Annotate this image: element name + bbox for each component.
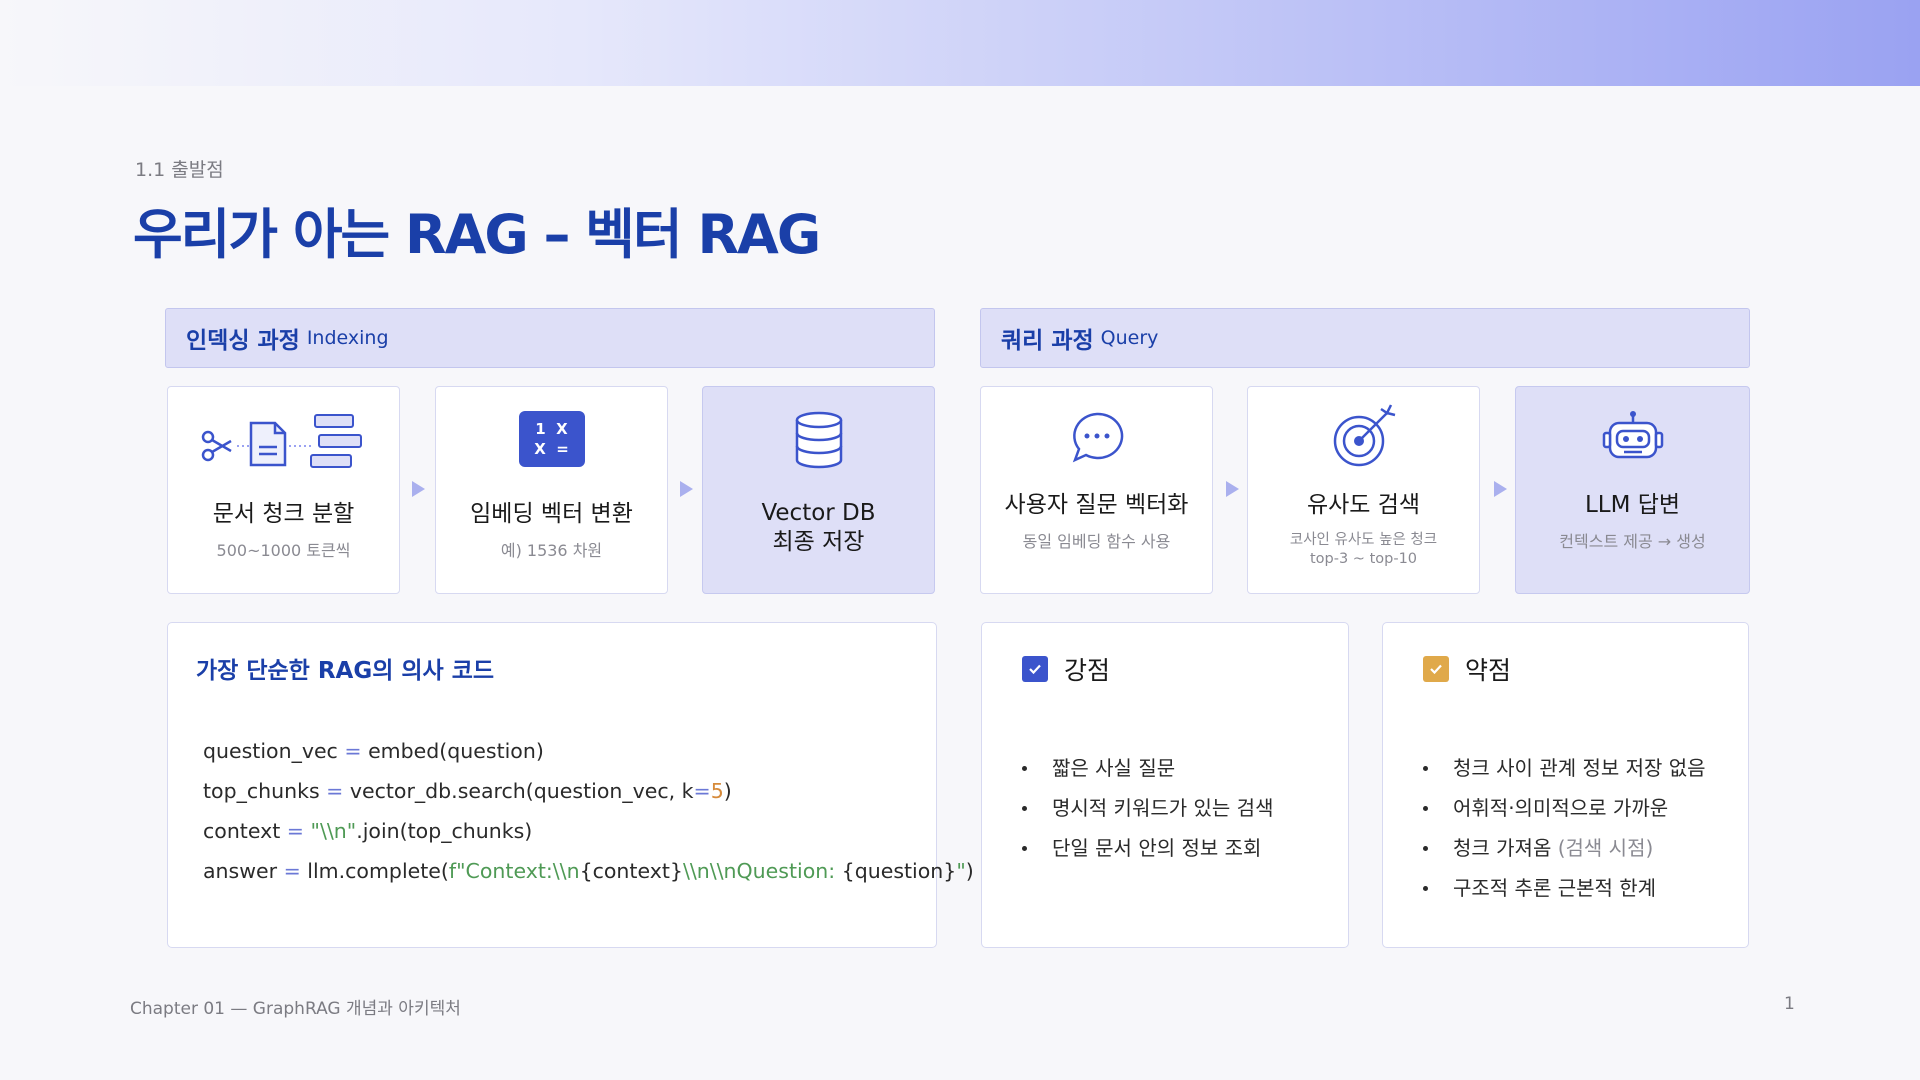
step-subtitle-line-2: top-3 ~ top-10 bbox=[1309, 551, 1418, 567]
step-chunk-split: 문서 청크 분할 500~1000 토큰씩 bbox=[167, 386, 400, 594]
pseudo-code-card: 가장 단순한 RAG의 의사 코드 question_vec = embed(q… bbox=[167, 622, 974, 948]
list-item-note: (검색 시점) bbox=[1557, 836, 1654, 860]
robot-icon bbox=[1516, 409, 1749, 467]
step-title: 임베딩 벡터 변환 bbox=[470, 501, 633, 527]
weaknesses-card: 약점 청크 사이 관계 정보 저장 없음 어휘적·의미적으로 가까운 청크 가져… bbox=[1382, 622, 1749, 948]
footer-chapter: Chapter 01 — GraphRAG 개념과 아키텍처 bbox=[130, 999, 461, 1019]
code-line: answer = llm.complete(f"Context:\\n{cont… bbox=[203, 859, 974, 883]
list-item: 청크 가져옴 (검색 시점) bbox=[1423, 828, 1706, 868]
weaknesses-list: 청크 사이 관계 정보 저장 없음 어휘적·의미적으로 가까운 청크 가져옴 (… bbox=[1423, 748, 1706, 908]
query-label-en: Query bbox=[1100, 327, 1159, 349]
list-item: 구조적 추론 근본적 한계 bbox=[1423, 868, 1706, 908]
code-line: question_vec = embed(question) bbox=[203, 739, 544, 763]
step-title-line-1: Vector DB bbox=[761, 500, 876, 526]
arrow-right-icon bbox=[412, 481, 425, 497]
step-subtitle: 컨텍스트 제공 → 생성 bbox=[1559, 532, 1706, 551]
list-item-text: 청크 가져옴 bbox=[1453, 836, 1552, 860]
page-title: 우리가 아는 RAG – 벡터 RAG bbox=[133, 203, 821, 266]
step-llm-answer: LLM 답변 컨텍스트 제공 → 생성 bbox=[1515, 386, 1750, 594]
list-item: 짧은 사실 질문 bbox=[1022, 748, 1273, 788]
weaknesses-title: 약점 bbox=[1465, 656, 1512, 685]
weaknesses-header: 약점 bbox=[1423, 651, 1511, 687]
matrix-icon: 1 X X = bbox=[436, 411, 667, 467]
chat-bubble-icon bbox=[981, 409, 1212, 467]
section-label: 1.1 출발점 bbox=[135, 159, 224, 181]
target-icon bbox=[1248, 403, 1479, 469]
arrow-right-icon bbox=[1494, 481, 1507, 497]
code-line: top_chunks = vector_db.search(question_v… bbox=[203, 779, 732, 803]
step-vector-db: Vector DB 최종 저장 bbox=[702, 386, 935, 594]
step-subtitle-line-1: 코사인 유사도 높은 청크 bbox=[1289, 532, 1438, 548]
step-title-line-2: 최종 저장 bbox=[772, 529, 865, 555]
indexing-header: 인덱싱 과정 Indexing bbox=[165, 308, 935, 368]
indexing-label-en: Indexing bbox=[306, 327, 389, 349]
document-split-icon bbox=[168, 409, 399, 475]
page-number: 1 bbox=[1784, 994, 1795, 1014]
step-title: 문서 청크 분할 bbox=[212, 501, 355, 527]
code-block: question_vec = embed(question) top_chunk… bbox=[203, 731, 974, 891]
arrow-right-icon bbox=[1226, 481, 1239, 497]
query-header: 쿼리 과정 Query bbox=[980, 308, 1750, 368]
code-line: context = "\\n".join(top_chunks) bbox=[203, 819, 533, 843]
list-item: 명시적 키워드가 있는 검색 bbox=[1022, 788, 1273, 828]
strengths-title: 강점 bbox=[1064, 656, 1111, 685]
list-item: 어휘적·의미적으로 가까운 bbox=[1423, 788, 1706, 828]
strengths-card: 강점 짧은 사실 질문 명시적 키워드가 있는 검색 단일 문서 안의 정보 조… bbox=[981, 622, 1349, 948]
step-subtitle: 예) 1536 차원 bbox=[500, 541, 603, 560]
strengths-list: 짧은 사실 질문 명시적 키워드가 있는 검색 단일 문서 안의 정보 조회 bbox=[1022, 748, 1273, 868]
matrix-row-2: X = bbox=[534, 440, 569, 458]
step-subtitle: 500~1000 토큰씩 bbox=[216, 541, 351, 560]
database-icon bbox=[703, 411, 934, 469]
strengths-header: 강점 bbox=[1022, 651, 1110, 687]
step-embedding: 1 X X = 임베딩 벡터 변환 예) 1536 차원 bbox=[435, 386, 668, 594]
arrow-right-icon bbox=[680, 481, 693, 497]
step-title: 유사도 검색 bbox=[1306, 492, 1421, 518]
query-label: 쿼리 과정 bbox=[1001, 328, 1094, 354]
step-subtitle: 동일 임베딩 함수 사용 bbox=[1022, 532, 1171, 551]
matrix-row-1: 1 X bbox=[535, 420, 568, 438]
checkbox-checked-icon bbox=[1423, 656, 1449, 682]
list-item: 청크 사이 관계 정보 저장 없음 bbox=[1423, 748, 1706, 788]
header-gradient-band bbox=[0, 0, 1920, 86]
indexing-label: 인덱싱 과정 bbox=[186, 328, 300, 354]
step-question-vectorize: 사용자 질문 벡터화 동일 임베딩 함수 사용 bbox=[980, 386, 1213, 594]
step-title: 사용자 질문 벡터화 bbox=[1004, 492, 1189, 518]
step-similarity-search: 유사도 검색 코사인 유사도 높은 청크 top-3 ~ top-10 bbox=[1247, 386, 1480, 594]
step-title: LLM 답변 bbox=[1584, 492, 1681, 518]
pseudo-code-title: 가장 단순한 RAG의 의사 코드 bbox=[196, 658, 495, 684]
checkbox-checked-icon bbox=[1022, 656, 1048, 682]
list-item: 단일 문서 안의 정보 조회 bbox=[1022, 828, 1273, 868]
